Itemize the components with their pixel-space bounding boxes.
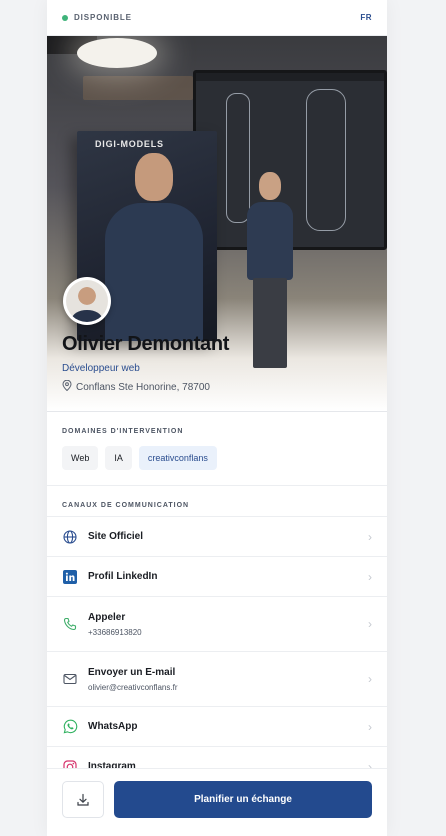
phone-number: +33686913820 <box>88 627 142 637</box>
channels-title: CANAUX DE COMMUNICATION <box>62 502 190 509</box>
location-pin-icon <box>62 379 72 394</box>
linkedin-icon <box>62 569 78 585</box>
channel-label: WhatsApp <box>88 721 138 732</box>
top-bar: DISPONIBLE FR <box>47 0 387 36</box>
channel-call[interactable]: Appeler +33686913820 › <box>47 597 387 652</box>
status-dot-icon <box>62 14 68 21</box>
domains-section: DOMAINES D'INTERVENTION Web IA creativco… <box>47 412 387 486</box>
chevron-right-icon: › <box>368 719 372 734</box>
globe-icon <box>62 529 78 545</box>
footer-actions: Planifier un échange <box>47 768 387 836</box>
mail-icon <box>62 671 78 687</box>
chip-web[interactable]: Web <box>62 446 99 470</box>
channel-label: Envoyer un E-mail <box>88 666 176 678</box>
whatsapp-icon <box>62 719 78 735</box>
status-label: DISPONIBLE <box>74 13 132 22</box>
location-text: Conflans Ste Honorine, 78700 <box>76 381 210 393</box>
channels-header: CANAUX DE COMMUNICATION <box>47 486 387 517</box>
channel-whatsapp[interactable]: WhatsApp › <box>47 707 387 747</box>
domains-chips: Web IA creativconflans <box>62 446 372 470</box>
email-address: olivier@creativconflans.fr <box>88 682 178 692</box>
chevron-right-icon: › <box>368 529 372 544</box>
channel-email[interactable]: Envoyer un E-mail olivier@creativconflan… <box>47 652 387 707</box>
channel-linkedin[interactable]: Profil LinkedIn › <box>47 557 387 597</box>
chip-creativconflans[interactable]: creativconflans <box>138 446 217 470</box>
schedule-button[interactable]: Planifier un échange <box>114 781 372 818</box>
profile-name: Olivier Demontant <box>62 333 230 355</box>
chip-ia[interactable]: IA <box>105 446 132 470</box>
chevron-right-icon: › <box>368 569 372 584</box>
download-icon <box>77 793 89 806</box>
channel-label: Site Officiel <box>88 531 144 542</box>
figurine-head <box>259 172 281 200</box>
profile-role: Développeur web <box>62 363 140 374</box>
language-switch[interactable]: FR <box>360 13 372 22</box>
lamp-decor <box>77 38 157 68</box>
download-button[interactable] <box>62 781 104 818</box>
hero-banner: DIGI-MODELS Olivier Demontant Développeu… <box>47 36 387 412</box>
chevron-right-icon: › <box>368 672 372 686</box>
profile-card: DISPONIBLE FR DIGI-MODELS Olivier Demont… <box>47 0 387 836</box>
profile-location: Conflans Ste Honorine, 78700 <box>62 379 210 394</box>
channel-site-officiel[interactable]: Site Officiel › <box>47 517 387 557</box>
channel-label: Appeler <box>88 611 126 623</box>
domains-title: DOMAINES D'INTERVENTION <box>62 428 184 435</box>
availability-status: DISPONIBLE <box>62 13 132 22</box>
box-title: DIGI-MODELS <box>95 139 164 149</box>
avatar <box>63 277 111 325</box>
figurine-body <box>247 202 293 280</box>
chevron-right-icon: › <box>368 617 372 631</box>
phone-icon <box>62 616 78 632</box>
figurine-legs <box>253 278 287 368</box>
channel-label: Profil LinkedIn <box>88 571 158 582</box>
shelf-decor <box>83 76 193 100</box>
